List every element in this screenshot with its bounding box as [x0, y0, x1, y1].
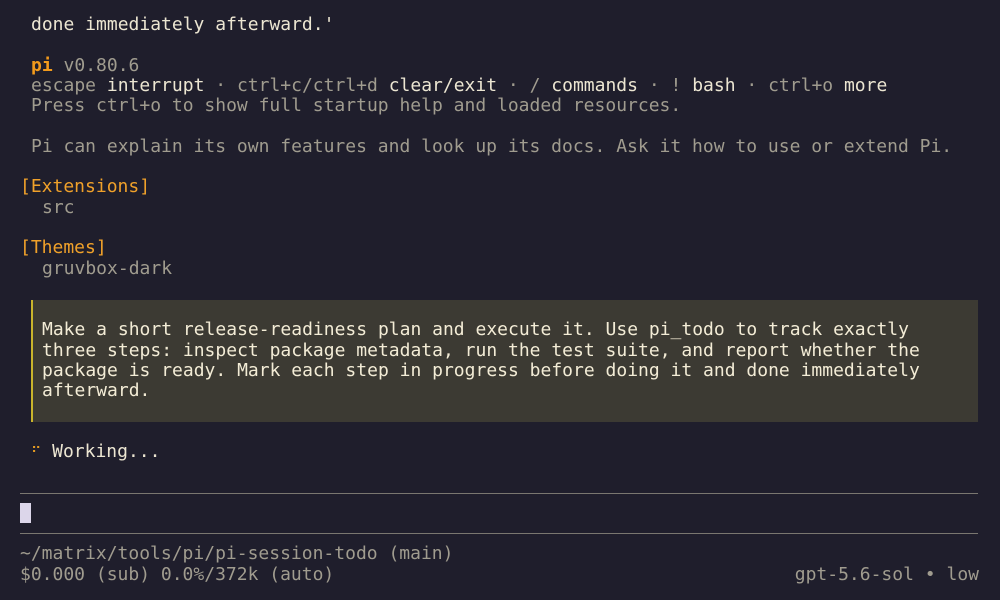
shortcut-action-clear: clear/exit: [388, 75, 498, 96]
section-title-themes: [Themes]: [20, 237, 107, 258]
text-cursor: [20, 503, 31, 523]
user-prompt-line: Make a short release-readiness plan and …: [42, 319, 909, 340]
shortcut-action-interrupt: interrupt: [106, 75, 205, 96]
about-text: Pi can explain its own features and look…: [31, 136, 953, 157]
shortcut-key-commands: /: [529, 75, 541, 96]
app-version: v0.80.6: [63, 55, 140, 76]
shortcut-key-more: ctrl+o: [768, 75, 834, 96]
shortcut-key-bash: !: [670, 75, 682, 96]
theme-item: gruvbox-dark: [42, 258, 173, 279]
user-prompt-message: Make a short release-readiness plan and …: [31, 300, 978, 422]
shortcut-bar: escape interrupt · ctrl+c/ctrl+d clear/e…: [31, 75, 887, 97]
prompt-input[interactable]: [20, 498, 978, 528]
shortcut-separator: ·: [507, 75, 519, 96]
startup-hint: Press ctrl+o to show full startup help a…: [31, 95, 682, 116]
user-prompt-line: afterward.: [42, 380, 151, 401]
model-name: gpt-5.6-sol: [794, 564, 914, 585]
shortcut-key-clear: ctrl+c/ctrl+d: [236, 75, 378, 96]
footer-usage: $0.000 (sub) 0.0%/372k (auto): [20, 564, 335, 585]
footer-separator: •: [924, 564, 936, 585]
app-header: pi v0.80.6: [31, 55, 139, 77]
working-text: Working...: [52, 441, 161, 462]
shortcut-separator: ·: [215, 75, 227, 96]
input-top-divider: [20, 493, 978, 494]
section-title-extensions: [Extensions]: [20, 176, 151, 197]
shortcut-action-more: more: [843, 75, 888, 96]
footer-model-info: gpt-5.6-sol • low: [795, 564, 979, 586]
user-prompt-line: package is ready. Mark each step in prog…: [42, 360, 920, 381]
app-name: pi: [31, 55, 53, 76]
shortcut-action-commands: commands: [551, 75, 638, 96]
extension-item: src: [42, 197, 75, 218]
user-prompt-line: three steps: inspect package metadata, r…: [42, 340, 920, 361]
scrollback-line: done immediately afterward.': [31, 14, 335, 35]
working-status: ⠋ Working...: [31, 441, 160, 463]
shortcut-separator: ·: [746, 75, 758, 96]
shortcut-key-escape: escape: [31, 75, 97, 96]
spinner-icon: ⠋: [31, 445, 42, 461]
footer-cwd: ~/matrix/tools/pi/pi-session-todo (main): [20, 543, 454, 564]
input-bottom-divider: [20, 533, 978, 534]
thinking-level: low: [946, 564, 979, 585]
shortcut-separator: ·: [648, 75, 660, 96]
shortcut-action-bash: bash: [692, 75, 736, 96]
